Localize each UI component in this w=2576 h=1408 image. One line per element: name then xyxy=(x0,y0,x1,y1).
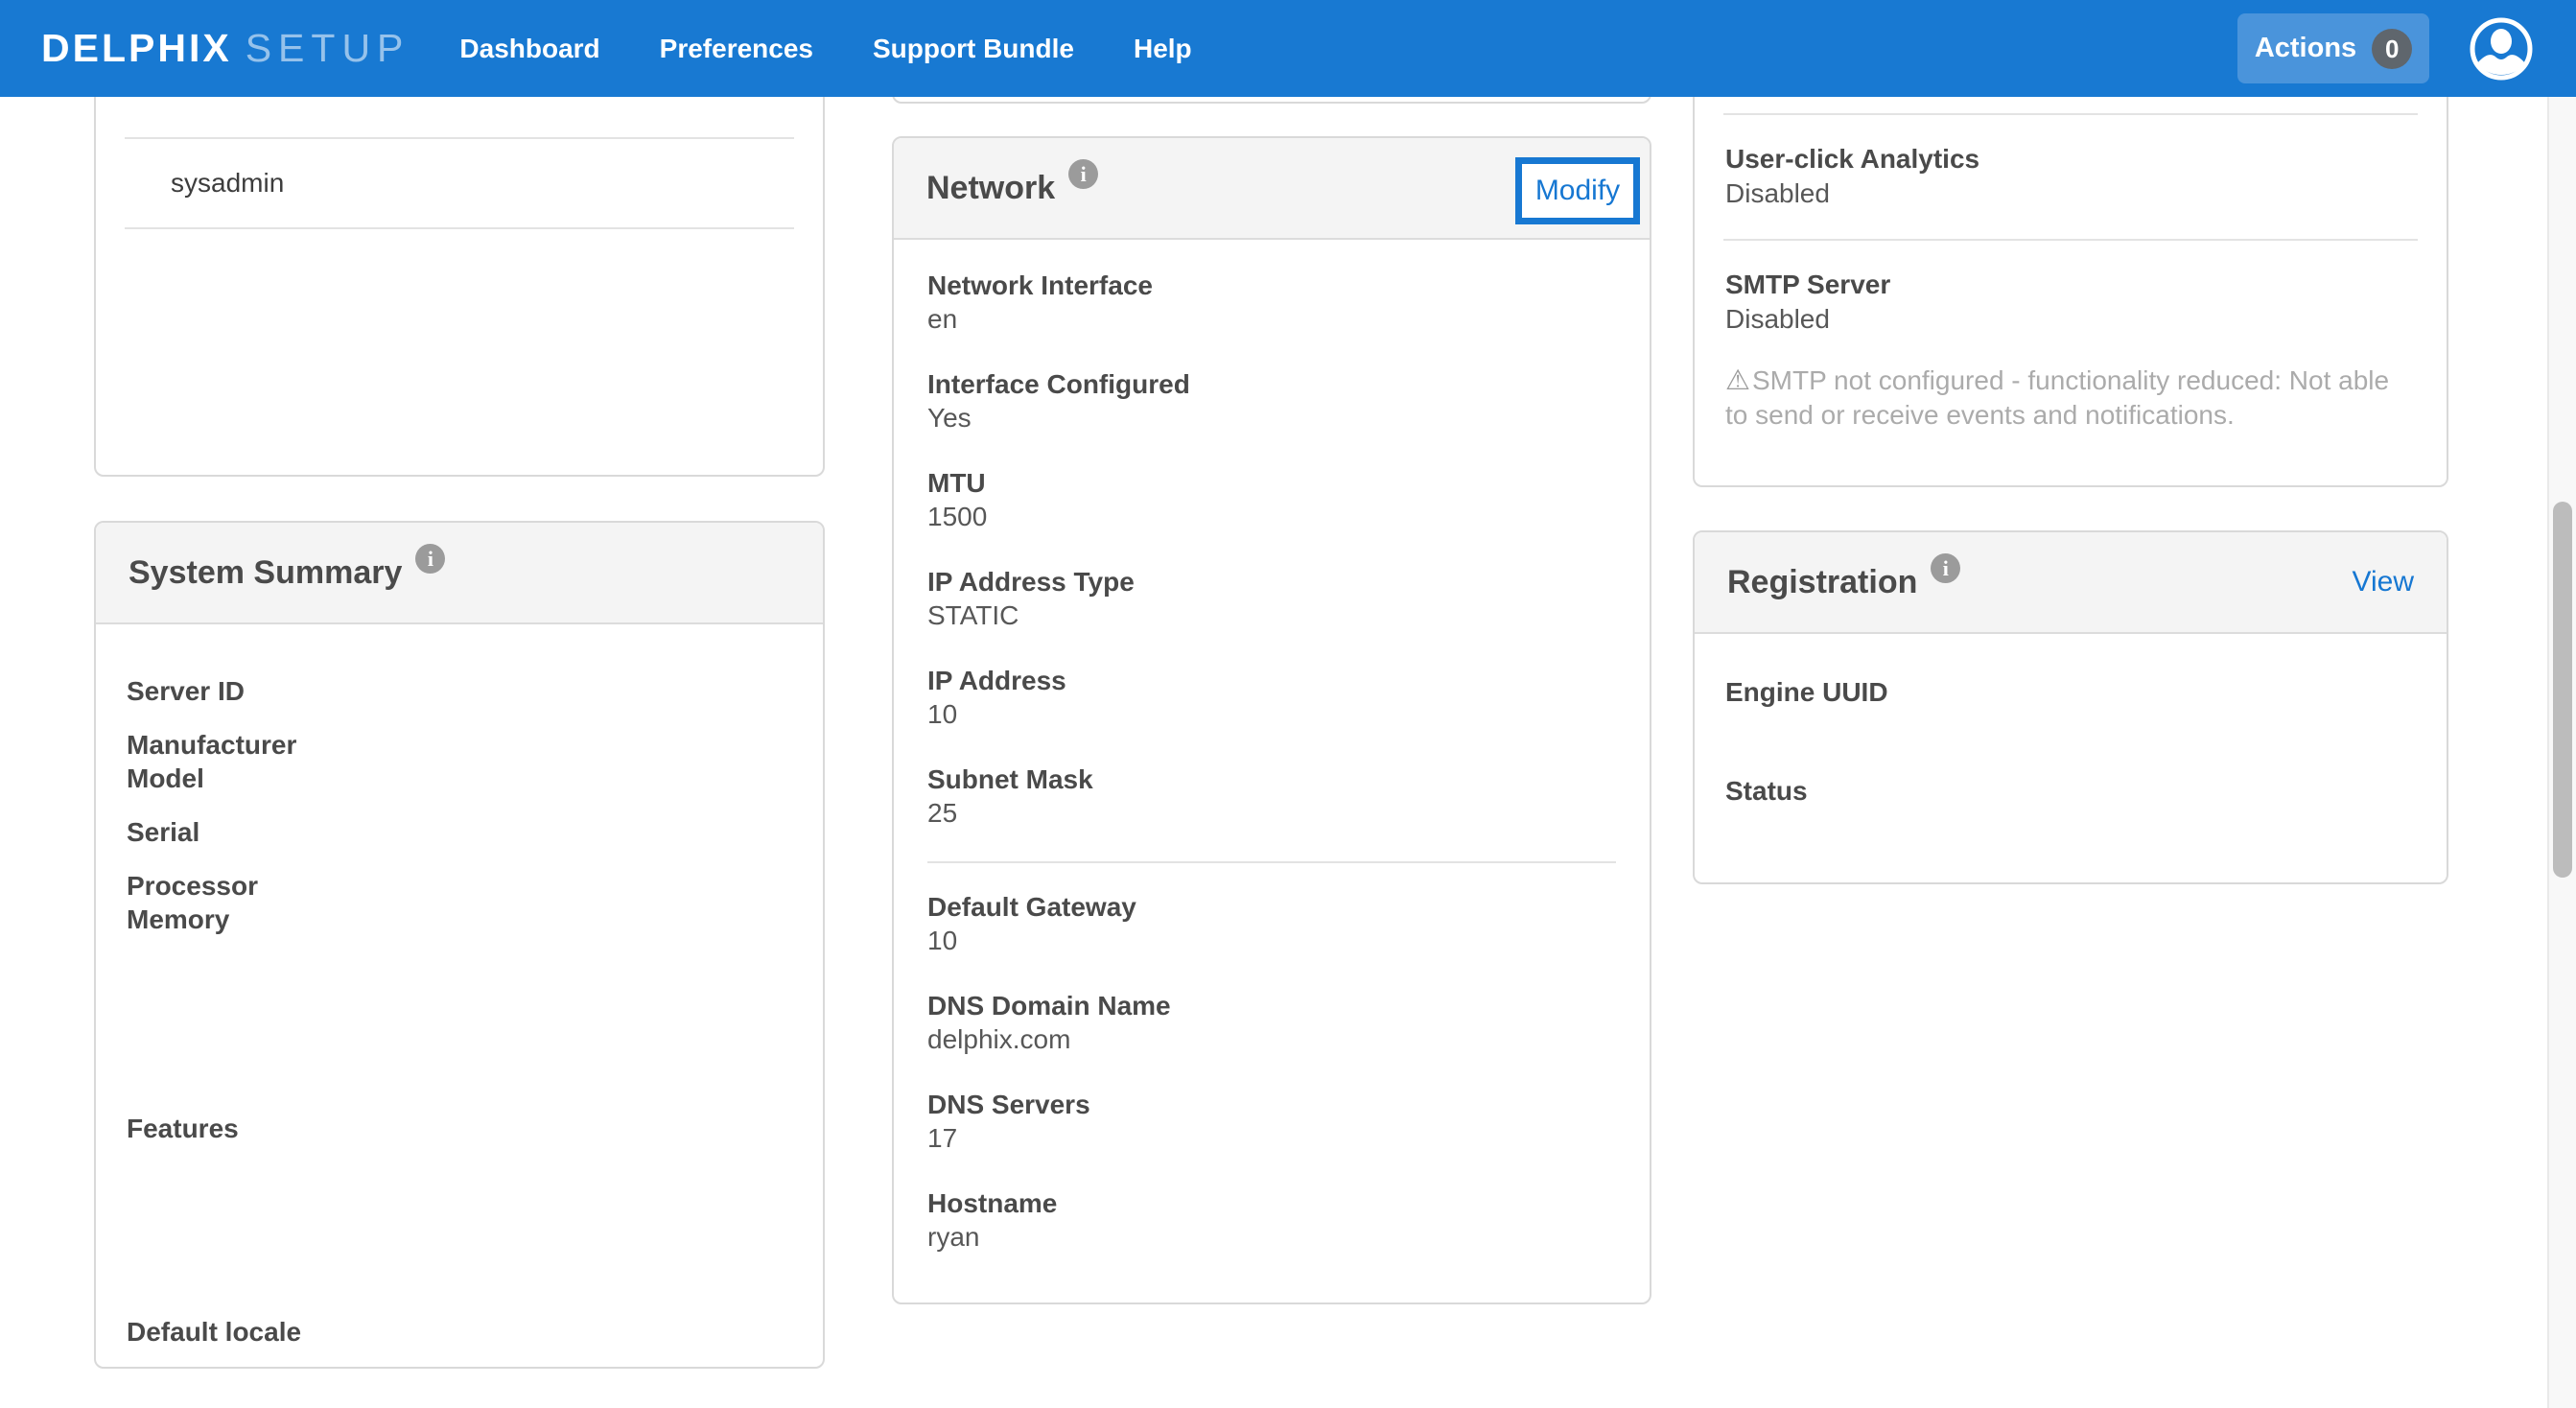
field-label: Network Interface xyxy=(927,269,1616,302)
manufacturer-label: Manufacturer xyxy=(127,728,792,762)
actions-count-badge: 0 xyxy=(2372,29,2412,69)
logo-setup: SETUP xyxy=(246,26,410,71)
field-value: delphix.com xyxy=(927,1022,1616,1056)
field-label: Subnet Mask xyxy=(927,763,1616,796)
field-label: IP Address Type xyxy=(927,565,1616,598)
top-navbar: DELPHIX SETUP Dashboard Preferences Supp… xyxy=(0,0,2576,97)
system-summary-title: System Summary xyxy=(129,554,402,592)
user-avatar-icon[interactable] xyxy=(2468,15,2535,82)
registration-title: Registration xyxy=(1727,564,1917,601)
dns-domain-name-field: DNS Domain Name delphix.com xyxy=(927,989,1616,1056)
system-summary-card: System Summary i Server ID Manufacturer … xyxy=(94,521,825,1369)
smtp-warning-message: ⚠SMTP not configured - functionality red… xyxy=(1725,364,2408,433)
field-label: DNS Domain Name xyxy=(927,989,1616,1022)
scrollbar-thumb[interactable] xyxy=(2553,502,2572,878)
logo-delphix: DELPHIX xyxy=(41,26,232,71)
field-label: Interface Configured xyxy=(927,367,1616,401)
divider xyxy=(125,227,794,229)
field-value: ryan xyxy=(927,1220,1616,1254)
user-click-analytics-label: User-click Analytics xyxy=(1725,142,2408,176)
network-body: Network Interface en Interface Configure… xyxy=(894,240,1650,1254)
divider xyxy=(927,861,1616,863)
ip-address-field: IP Address 10 xyxy=(927,664,1616,731)
features-label: Features xyxy=(127,1112,792,1145)
field-value: 10 xyxy=(927,697,1616,731)
main-nav: Dashboard Preferences Support Bundle Hel… xyxy=(459,34,1191,64)
divider xyxy=(1723,113,2418,115)
smtp-server-value: Disabled xyxy=(1725,302,2408,336)
memory-label: Memory xyxy=(127,903,792,936)
user-list-item-sysadmin[interactable]: sysadmin xyxy=(171,139,794,227)
system-summary-header: System Summary i xyxy=(96,523,823,624)
field-value: en xyxy=(927,302,1616,336)
server-id-label: Server ID xyxy=(127,674,792,708)
nav-support-bundle[interactable]: Support Bundle xyxy=(873,34,1074,64)
serial-label: Serial xyxy=(127,815,792,849)
field-label: DNS Servers xyxy=(927,1088,1616,1121)
nav-preferences[interactable]: Preferences xyxy=(660,34,813,64)
field-label: IP Address xyxy=(927,664,1616,697)
field-value: 10 xyxy=(927,924,1616,957)
scrollbar-track[interactable] xyxy=(2547,0,2576,1408)
info-icon[interactable]: i xyxy=(1931,553,1960,583)
status-label: Status xyxy=(1725,774,2416,808)
nav-dashboard[interactable]: Dashboard xyxy=(459,34,599,64)
field-label: Hostname xyxy=(927,1186,1616,1220)
app-logo: DELPHIX SETUP xyxy=(41,26,410,71)
dns-servers-field: DNS Servers 17 xyxy=(927,1088,1616,1155)
field-label: Default Gateway xyxy=(927,890,1616,924)
registration-body: Engine UUID Status xyxy=(1695,634,2447,808)
network-header: Network i Modify xyxy=(894,138,1650,240)
network-interface-field: Network Interface en xyxy=(927,269,1616,336)
processor-label: Processor xyxy=(127,869,792,903)
info-icon[interactable]: i xyxy=(415,544,445,574)
field-value: STATIC xyxy=(927,598,1616,632)
hostname-field: Hostname ryan xyxy=(927,1186,1616,1254)
network-card: Network i Modify Network Interface en In… xyxy=(892,136,1651,1304)
field-value: Yes xyxy=(927,401,1616,434)
field-label: MTU xyxy=(927,466,1616,500)
info-icon[interactable]: i xyxy=(1068,159,1098,189)
actions-button-label: Actions xyxy=(2255,33,2356,64)
smtp-server-label: SMTP Server xyxy=(1725,268,2408,301)
user-click-analytics-value: Disabled xyxy=(1725,176,2408,210)
default-locale-label: Default locale xyxy=(127,1315,792,1349)
mtu-field: MTU 1500 xyxy=(927,466,1616,533)
smtp-warning-text: SMTP not configured - functionality redu… xyxy=(1725,365,2389,430)
field-value: 1500 xyxy=(927,500,1616,533)
divider xyxy=(1723,239,2418,241)
field-value: 25 xyxy=(927,796,1616,830)
field-value: 17 xyxy=(927,1121,1616,1155)
modify-button[interactable]: Modify xyxy=(1515,157,1640,224)
nav-help[interactable]: Help xyxy=(1134,34,1192,64)
topbar-right: Actions 0 xyxy=(2237,13,2535,83)
subnet-mask-field: Subnet Mask 25 xyxy=(927,763,1616,830)
registration-card: Registration i View Engine UUID Status xyxy=(1693,530,2448,884)
system-summary-body: Server ID Manufacturer Model Serial Proc… xyxy=(96,624,823,1349)
registration-header: Registration i View xyxy=(1695,532,2447,634)
model-label: Model xyxy=(127,762,792,795)
engine-uuid-label: Engine UUID xyxy=(1725,675,2416,709)
actions-button[interactable]: Actions 0 xyxy=(2237,13,2429,83)
warning-icon: ⚠ xyxy=(1725,365,1750,396)
ip-address-type-field: IP Address Type STATIC xyxy=(927,565,1616,632)
network-title: Network xyxy=(926,170,1055,207)
status-card: User-click Analytics Disabled SMTP Serve… xyxy=(1693,29,2448,487)
view-link[interactable]: View xyxy=(2353,566,2414,598)
default-gateway-field: Default Gateway 10 xyxy=(927,890,1616,957)
delphix-setup-page: DELPHIX SETUP Dashboard Preferences Supp… xyxy=(0,0,2576,1408)
interface-configured-field: Interface Configured Yes xyxy=(927,367,1616,434)
